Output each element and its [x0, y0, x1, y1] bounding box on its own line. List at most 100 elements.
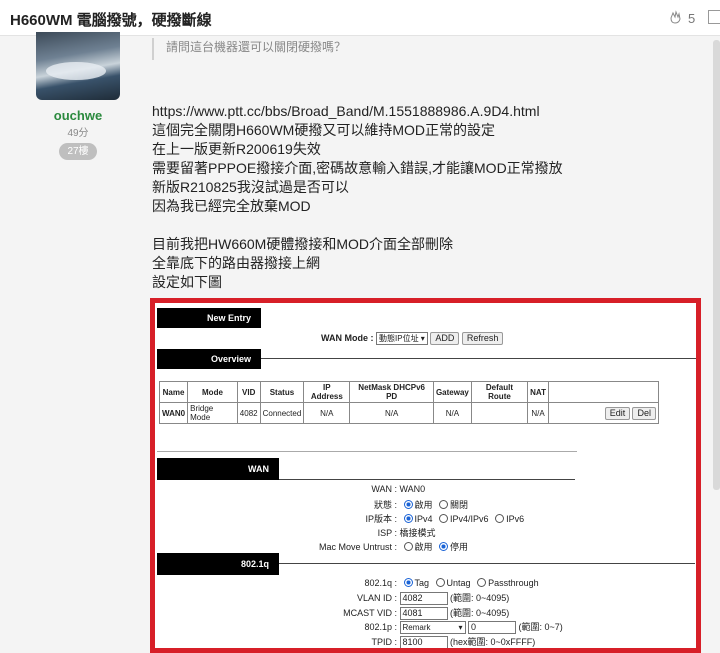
wan-label: WAN :	[371, 484, 397, 494]
ipv4v6-label: IPv4/IPv6	[450, 514, 489, 524]
passthrough-label: Passthrough	[488, 578, 539, 588]
ip-version-label: IP版本 :	[365, 514, 397, 524]
divider	[157, 451, 577, 452]
avatar[interactable]	[36, 32, 120, 100]
mcast-vid-range: (範圍: 0~4095)	[450, 608, 510, 618]
tpid-input[interactable]: 8100	[399, 636, 448, 648]
body-line: 目前我把HW660M硬體撥接和MOD介面全部刪除	[152, 236, 454, 252]
col-vid: VID	[236, 381, 261, 403]
cell-vid: 4082	[236, 402, 261, 424]
scrollbar[interactable]	[713, 40, 720, 490]
body-line: 這個完全關閉H660WM硬撥又可以維持MOD正常的設定	[152, 122, 496, 138]
mac-disable-label: 停用	[450, 542, 469, 552]
wan-header: WAN	[157, 458, 279, 480]
cell-gateway: N/A	[432, 402, 472, 424]
mcast-vid-input[interactable]: 4081	[399, 607, 448, 621]
table-row: WAN0 Bridge Mode 4082 Connected N/A N/A …	[158, 402, 659, 424]
vlan-id-input[interactable]: 4082	[399, 592, 448, 606]
wan-row: WAN : WAN0	[305, 484, 425, 494]
table-header-row: Name Mode VID Status IP Address NetMask …	[158, 381, 659, 403]
col-gateway: Gateway	[432, 381, 472, 403]
tpid-range: (hex範圍: 0~0xFFFF)	[450, 637, 536, 647]
isp-value: 橋接模式	[399, 528, 436, 538]
tag-radio[interactable]	[403, 578, 413, 587]
status-disabled-radio[interactable]	[439, 500, 449, 509]
floor-badge[interactable]: 27樓	[59, 143, 97, 160]
refresh-button[interactable]: Refresh	[461, 332, 504, 345]
divider	[261, 358, 696, 359]
mcast-vid-row: MCAST VID : 4081 (範圍: 0~4095)	[305, 606, 510, 621]
tpid-label: TPID :	[371, 637, 397, 647]
col-actions	[548, 381, 659, 403]
status-enabled-radio[interactable]	[403, 500, 413, 509]
cell-netmask: N/A	[349, 402, 434, 424]
vlan-id-row: VLAN ID : 4082 (範圍: 0~4095)	[305, 591, 510, 606]
untag-radio[interactable]	[435, 578, 445, 587]
cell-default-route	[470, 402, 529, 424]
8021p-label: 802.1p :	[364, 622, 397, 632]
body-line: 需要留著PPPOE撥接介面,密碼故意輸入錯誤,才能讓MOD正常撥放	[152, 160, 563, 176]
passthrough-radio[interactable]	[477, 578, 487, 587]
col-nat: NAT	[527, 381, 549, 403]
mac-enable-label: 啟用	[414, 542, 433, 552]
cell-nat: N/A	[527, 402, 549, 424]
8021p-row: 802.1p : Remark ▾ 0 (範圍: 0~7)	[305, 620, 563, 635]
body-line: 新版R210825我沒試過是否可以	[152, 179, 349, 195]
vlan-id-range: (範圍: 0~4095)	[450, 593, 510, 603]
divider	[279, 479, 575, 480]
wan-overview-table: Name Mode VID Status IP Address NetMask …	[158, 381, 659, 424]
ipv4v6-radio[interactable]	[439, 514, 449, 523]
post-time: 49分	[67, 128, 89, 139]
wan-mode-label: WAN Mode :	[321, 333, 374, 343]
post-body: https://www.ptt.cc/bbs/Broad_Band/M.1551…	[152, 102, 563, 292]
vlan-id-label: VLAN ID :	[356, 593, 397, 603]
quote-text: 請問這台機器還可以關閉硬撥嗎？	[166, 40, 347, 54]
mac-move-label: Mac Move Untrust :	[318, 542, 397, 552]
mac-disable-radio[interactable]	[439, 542, 449, 551]
author-name[interactable]: ouchwe	[36, 108, 120, 123]
8021p-value-input[interactable]: 0	[468, 621, 517, 635]
divider	[279, 563, 695, 564]
body-line[interactable]: https://www.ptt.cc/bbs/Broad_Band/M.1551…	[152, 102, 563, 121]
mac-enable-radio[interactable]	[403, 542, 413, 551]
overview-header: Overview	[157, 349, 261, 369]
col-ip: IP Address	[303, 381, 351, 403]
body-line: 全靠底下的路由器撥接上網	[152, 255, 320, 271]
side-panel-icon[interactable]	[708, 10, 720, 24]
edit-button[interactable]: Edit	[604, 406, 631, 420]
col-name: Name	[158, 381, 189, 403]
cell-status: Connected	[259, 402, 305, 424]
status-enabled-label: 啟用	[414, 500, 433, 510]
ipv6-radio[interactable]	[495, 514, 505, 523]
8021p-range: (範圍: 0~7)	[518, 622, 563, 632]
mac-move-row: Mac Move Untrust : 啟用 停用	[305, 540, 468, 553]
mcast-vid-label: MCAST VID :	[343, 608, 397, 618]
delete-button[interactable]: Del	[632, 406, 656, 420]
clap-count: 5	[688, 11, 696, 26]
quoted-reply: 請問這台機器還可以關閉硬撥嗎？	[152, 38, 346, 60]
wan-mode-select[interactable]: 動態IP位址 ▾	[376, 332, 428, 345]
8021q-row: 802.1q : Tag Untag Passthrough	[305, 578, 539, 588]
new-entry-header: New Entry	[157, 308, 261, 328]
8021q-label: 802.1q :	[364, 578, 397, 588]
tpid-row: TPID : 8100 (hex範圍: 0~0xFFFF)	[305, 635, 536, 648]
body-line: 設定如下圖	[152, 274, 222, 290]
ipv4-radio[interactable]	[403, 514, 413, 523]
top-bar: H660WM 電腦撥號，硬撥斷線 5	[0, 0, 720, 36]
add-button[interactable]: ADD	[430, 332, 460, 345]
cell-mode: Bridge Mode	[187, 402, 238, 424]
isp-label: ISP :	[377, 528, 397, 538]
tag-label: Tag	[414, 578, 430, 588]
untag-label: Untag	[446, 578, 471, 588]
col-netmask: NetMask DHCPv6 PD	[349, 381, 434, 403]
status-row: 狀態 : 啟用 關閉	[305, 498, 468, 511]
wan-value: WAN0	[399, 484, 426, 494]
clap-button[interactable]: 5	[668, 10, 695, 27]
8021q-header: 802.1q	[157, 553, 279, 575]
8021p-select[interactable]: Remark ▾	[399, 621, 466, 634]
body-line: 因為我已經完全放棄MOD	[152, 198, 311, 214]
wan-mode-row: WAN Mode : 動態IP位址 ▾ ADD Refresh	[321, 332, 504, 345]
router-screenshot[interactable]: New Entry WAN Mode : 動態IP位址 ▾ ADD Refres…	[150, 298, 701, 653]
status-label: 狀態 :	[373, 500, 397, 510]
page-title: H660WM 電腦撥號，硬撥斷線	[10, 12, 212, 29]
